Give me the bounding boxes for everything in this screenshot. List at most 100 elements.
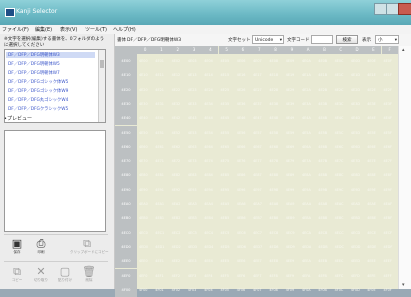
char-cell[interactable]: 4E37 xyxy=(253,102,262,106)
char-cell[interactable]: 4E39 xyxy=(286,102,295,106)
print-button[interactable]: ⎙ 印刷 xyxy=(30,237,52,259)
char-cell[interactable]: 4EE7 xyxy=(253,259,262,263)
char-cell[interactable]: 4E98 xyxy=(269,188,278,192)
char-cell[interactable]: 4E42 xyxy=(172,116,181,120)
char-cell[interactable]: 4ED2 xyxy=(172,245,181,249)
char-cell[interactable]: 4E50 xyxy=(139,131,148,135)
char-cell[interactable]: 4EB3 xyxy=(188,216,197,220)
char-cell[interactable]: 4E09 xyxy=(286,59,295,63)
char-cell[interactable]: 4EDD xyxy=(351,245,361,249)
char-cell[interactable]: 4E5E xyxy=(367,131,376,135)
search-button[interactable]: 検索 xyxy=(336,35,358,44)
char-cell[interactable]: 4E03 xyxy=(188,59,197,63)
char-cell[interactable]: 4ECA xyxy=(302,231,311,235)
cut-button[interactable]: ✕ 切り取り xyxy=(30,265,52,287)
char-cell[interactable]: 4EEE xyxy=(367,259,376,263)
char-cell[interactable]: 4E06 xyxy=(237,59,246,63)
char-cell[interactable]: 4E49 xyxy=(286,116,295,120)
char-cell[interactable]: 4E16 xyxy=(237,73,246,77)
char-cell[interactable]: 4EAE xyxy=(367,202,376,206)
char-cell[interactable]: 4E2D xyxy=(351,88,360,92)
char-cell[interactable]: 4EC3 xyxy=(188,231,197,235)
char-cell[interactable]: 4E17 xyxy=(253,73,262,77)
char-cell[interactable]: 4EFF xyxy=(384,274,392,278)
char-cell[interactable]: 4EA8 xyxy=(269,202,278,206)
char-cell[interactable]: 4EAC xyxy=(335,202,344,206)
char-cell[interactable]: 4ED6 xyxy=(237,245,246,249)
char-cell[interactable]: 4E7E xyxy=(367,159,376,163)
char-cell[interactable]: 4E27 xyxy=(253,88,262,92)
font-list-item[interactable]: DF／DFP／DFGゴシック体W5 xyxy=(8,79,68,85)
char-cell[interactable]: 4E1A xyxy=(302,73,311,77)
char-cell[interactable]: 4E73 xyxy=(188,159,197,163)
char-cell[interactable]: 4EAD xyxy=(351,202,360,206)
char-cell[interactable]: 4ED3 xyxy=(188,245,197,249)
char-cell[interactable]: 4EA3 xyxy=(188,202,197,206)
char-cell[interactable]: 4F0F xyxy=(384,288,392,292)
char-cell[interactable]: 4E8F xyxy=(384,173,392,177)
char-cell[interactable]: 4E53 xyxy=(188,131,197,135)
char-cell[interactable]: 4E6A xyxy=(302,145,311,149)
char-cell[interactable]: 4E93 xyxy=(188,188,197,192)
char-cell[interactable]: 4E94 xyxy=(204,188,213,192)
char-cell[interactable]: 4E61 xyxy=(155,145,164,149)
char-cell[interactable]: 4EBB xyxy=(318,216,327,220)
char-cell[interactable]: 4E71 xyxy=(155,159,164,163)
char-cell[interactable]: 4E4F xyxy=(384,116,392,120)
char-cell[interactable]: 4E5D xyxy=(351,131,360,135)
char-cell[interactable]: 4EF4 xyxy=(204,274,212,278)
char-cell[interactable]: 4EB0 xyxy=(139,216,148,220)
char-cell[interactable]: 4F0D xyxy=(351,288,360,292)
menu-edit[interactable]: 編集(E) xyxy=(35,26,52,33)
char-cell[interactable]: 4E3D xyxy=(351,102,360,106)
char-cell[interactable]: 4E77 xyxy=(253,159,262,163)
char-cell[interactable]: 4F03 xyxy=(188,288,196,292)
char-cell[interactable]: 4F02 xyxy=(172,288,180,292)
char-cell[interactable]: 4E8C xyxy=(335,173,344,177)
char-cell[interactable]: 4EA7 xyxy=(253,202,262,206)
char-cell[interactable]: 4E63 xyxy=(188,145,197,149)
char-cell[interactable]: 4EF8 xyxy=(269,274,277,278)
char-cell[interactable]: 4E80 xyxy=(139,173,148,177)
char-cell[interactable]: 4EA0 xyxy=(139,202,148,206)
char-cell[interactable]: 4EED xyxy=(351,259,360,263)
char-cell[interactable]: 4E1D xyxy=(351,73,360,77)
char-cell[interactable]: 4EFE xyxy=(367,274,375,278)
char-cell[interactable]: 4E0A xyxy=(302,59,311,63)
char-cell[interactable]: 4E91 xyxy=(155,188,164,192)
grid-scrollbar[interactable]: ▴ ▾ xyxy=(398,46,411,289)
char-cell[interactable]: 4E33 xyxy=(188,102,197,106)
char-cell[interactable]: 4E6C xyxy=(335,145,344,149)
menu-help[interactable]: ヘルプ(H) xyxy=(113,26,136,33)
char-cell[interactable]: 4E36 xyxy=(237,102,246,106)
char-cell[interactable]: 4E3E xyxy=(367,102,376,106)
char-cell[interactable]: 4E7D xyxy=(351,159,360,163)
char-cell[interactable]: 4E5A xyxy=(302,131,311,135)
char-cell[interactable]: 4E8A xyxy=(302,173,311,177)
char-cell[interactable]: 4E1B xyxy=(318,73,327,77)
char-cell[interactable]: 4E00 xyxy=(139,59,148,63)
char-cell[interactable]: 4EDF xyxy=(384,245,393,249)
char-cell[interactable]: 4E0C xyxy=(335,59,344,63)
char-cell[interactable]: 4E81 xyxy=(155,173,164,177)
char-cell[interactable]: 4E76 xyxy=(237,159,246,163)
char-cell[interactable]: 4E96 xyxy=(237,188,246,192)
char-cell[interactable]: 4EB8 xyxy=(269,216,278,220)
char-cell[interactable]: 4ED1 xyxy=(155,245,164,249)
char-cell[interactable]: 4EC6 xyxy=(237,231,246,235)
char-cell[interactable]: 4E9E xyxy=(367,188,376,192)
char-cell[interactable]: 4EF0 xyxy=(139,274,147,278)
scroll-down-icon[interactable]: ▾ xyxy=(402,282,405,288)
char-cell[interactable]: 4EE0 xyxy=(139,259,148,263)
char-cell[interactable]: 4E4E xyxy=(367,116,376,120)
char-cell[interactable]: 4EF7 xyxy=(253,274,261,278)
char-cell[interactable]: 4F08 xyxy=(269,288,277,292)
char-cell[interactable]: 4EBA xyxy=(302,216,311,220)
char-cell[interactable]: 4EA4 xyxy=(204,202,213,206)
char-cell[interactable]: 4E2C xyxy=(335,88,344,92)
char-cell[interactable]: 4E9C xyxy=(335,188,344,192)
char-cell[interactable]: 4E83 xyxy=(188,173,197,177)
char-cell[interactable]: 4EFA xyxy=(302,274,310,278)
char-cell[interactable]: 4F04 xyxy=(204,288,212,292)
char-cell[interactable]: 4E62 xyxy=(172,145,181,149)
